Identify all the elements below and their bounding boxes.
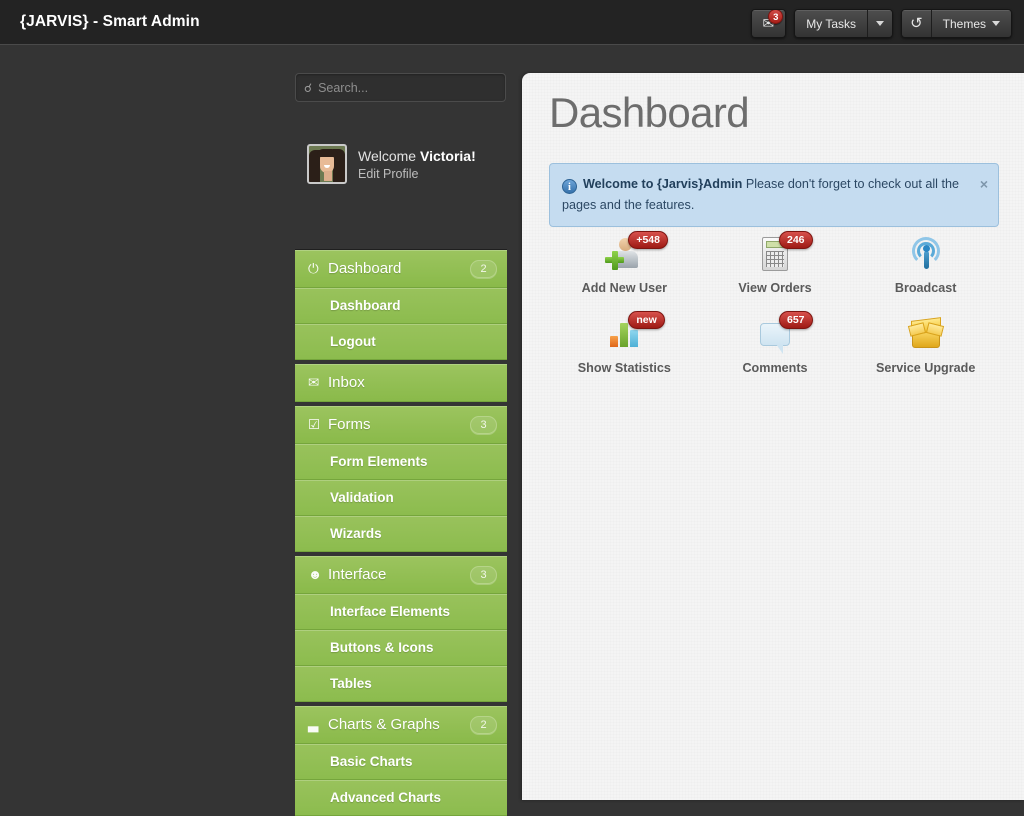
my-tasks-dropdown-toggle[interactable]: [868, 10, 893, 37]
comment-bubble-icon: 657: [700, 311, 851, 355]
my-tasks-button[interactable]: My Tasks: [795, 10, 869, 37]
mail-count-badge: 3: [768, 10, 784, 24]
mail-button-group: ✉ 3: [750, 9, 787, 38]
sidebar-item-label: Inbox: [328, 374, 365, 391]
sidebar-item-label: Dashboard: [328, 260, 402, 277]
chevron-down-icon: [992, 21, 1000, 26]
sidebar-item-advanced-charts[interactable]: Advanced Charts: [295, 780, 507, 816]
themes-label: Themes: [942, 16, 986, 31]
shortcut-view-orders[interactable]: 246 View Orders: [700, 231, 851, 295]
sidebar-item-label: Logout: [330, 334, 376, 349]
sidebar-item-label: Buttons & Icons: [330, 640, 434, 655]
welcome-alert: i Welcome to {Jarvis}Admin Please don't f…: [549, 163, 999, 227]
profile-block[interactable]: Welcome Victoria! Edit Profile: [307, 144, 476, 184]
shortcut-label: Add New User: [581, 281, 668, 295]
avatar: [307, 144, 347, 184]
refresh-button[interactable]: ↺: [902, 10, 932, 37]
sidebar-item-interface[interactable]: ☻ Interface 3: [295, 556, 507, 594]
themes-button[interactable]: Themes: [931, 10, 1011, 37]
refresh-icon: ↺: [910, 15, 923, 32]
sidebar-item-label: Interface: [328, 566, 387, 583]
main-content-panel: Dashboard i Welcome to {Jarvis}Admin Plea…: [522, 73, 1024, 800]
sidebar-item-form-elements[interactable]: Form Elements: [295, 444, 507, 480]
sidebar-nav: ⏻ Dashboard 2 Dashboard Logout ✉ Inbox ☑ Forms 3 F…: [295, 249, 507, 816]
power-icon: ⏻: [308, 260, 319, 276]
sidebar-item-label: Basic Charts: [330, 754, 413, 769]
shortcut-label: View Orders: [738, 281, 812, 295]
info-icon: i: [562, 179, 577, 194]
close-icon[interactable]: ×: [980, 173, 988, 196]
shortcut-broadcast[interactable]: Broadcast: [850, 233, 1001, 295]
page-title: Dashboard: [549, 89, 750, 136]
shortcut-badge: 657: [778, 311, 813, 329]
themes-button-group: ↺ Themes: [901, 9, 1012, 38]
app-brand-title: {JARVIS} - Smart Admin: [20, 13, 200, 30]
sidebar-item-label: Interface Elements: [330, 604, 451, 619]
sidebar-item-label: Validation: [330, 490, 394, 505]
shortcut-grid: +548 Add New User 246 View Orders Broadcast n…: [549, 231, 1001, 375]
envelope-icon: ✉: [308, 374, 320, 390]
mail-button[interactable]: ✉ 3: [751, 10, 786, 37]
shortcut-label: Service Upgrade: [875, 361, 976, 375]
add-user-icon: +548: [549, 231, 700, 275]
sidebar-item-label: Wizards: [330, 526, 382, 541]
shortcut-add-new-user[interactable]: +548 Add New User: [549, 231, 700, 295]
sidebar-item-interface-elements[interactable]: Interface Elements: [295, 594, 507, 630]
sidebar-item-dashboard[interactable]: Dashboard: [295, 288, 507, 324]
mail-wrap: ✉ 3: [763, 10, 784, 31]
shortcut-service-upgrade[interactable]: Service Upgrade: [850, 313, 1001, 375]
sidebar-item-forms[interactable]: ☑ Forms 3: [295, 406, 507, 444]
calculator-icon: 246: [700, 231, 851, 275]
shortcut-label: Broadcast: [894, 281, 957, 295]
sidebar-item-label: Form Elements: [330, 454, 428, 469]
shortcut-label: Comments: [742, 361, 808, 375]
user-icon: ☻: [308, 567, 323, 582]
sidebar-item-buttons-icons[interactable]: Buttons & Icons: [295, 630, 507, 666]
shortcut-badge: +548: [628, 231, 668, 249]
broadcast-icon: [850, 233, 1001, 275]
profile-user-name: Victoria!: [419, 147, 476, 164]
left-sidebar-column: ☌ Welcome Victoria! Edit Profile ⏻ Dashbo…: [0, 47, 522, 816]
search-box[interactable]: ☌: [295, 73, 506, 102]
bar-chart-icon: ▃: [308, 716, 319, 732]
my-tasks-button-group: My Tasks: [794, 9, 894, 38]
welcome-line: Welcome Victoria!: [358, 148, 476, 164]
welcome-prefix: Welcome: [358, 147, 420, 164]
sidebar-item-label: Advanced Charts: [330, 790, 442, 805]
checkbox-icon: ☑: [308, 416, 321, 432]
sidebar-item-validation[interactable]: Validation: [295, 480, 507, 516]
sidebar-item-inbox[interactable]: ✉ Inbox: [295, 364, 507, 402]
edit-profile-link[interactable]: Edit Profile: [358, 167, 476, 181]
sidebar-item-charts-graphs[interactable]: ▃ Charts & Graphs 2: [295, 706, 507, 744]
shortcut-comments[interactable]: 657 Comments: [700, 311, 851, 375]
sidebar-item-label: Forms: [328, 416, 371, 433]
sidebar-item-label: Charts & Graphs: [328, 716, 440, 733]
sidebar-item-wizards[interactable]: Wizards: [295, 516, 507, 552]
profile-text: Welcome Victoria! Edit Profile: [358, 148, 476, 181]
package-box-icon: [850, 313, 1001, 355]
search-icon: ☌: [304, 80, 313, 95]
sidebar-item-basic-charts[interactable]: Basic Charts: [295, 744, 507, 780]
chevron-down-icon: [876, 21, 885, 26]
shortcut-label: Show Statistics: [577, 361, 671, 375]
top-header-bar: {JARVIS} - Smart Admin ✉ 3 My Tasks ↺ Th…: [0, 0, 1024, 45]
sidebar-item-dashboard[interactable]: ⏻ Dashboard 2: [295, 250, 507, 288]
sidebar-item-label: Tables: [330, 676, 372, 691]
welcome-alert-strong: Welcome to {Jarvis}Admin: [583, 177, 743, 191]
sidebar-item-badge: 2: [470, 259, 497, 278]
header-tools: ✉ 3 My Tasks ↺ Themes: [750, 9, 1012, 38]
search-input[interactable]: [318, 80, 497, 95]
sidebar-item-tables[interactable]: Tables: [295, 666, 507, 702]
shortcut-show-statistics[interactable]: new Show Statistics: [549, 311, 700, 375]
sidebar-item-badge: 3: [470, 565, 497, 584]
sidebar-item-badge: 2: [470, 715, 497, 734]
sidebar-item-badge: 3: [470, 415, 497, 434]
shortcut-badge: 246: [778, 231, 813, 249]
sidebar-item-logout[interactable]: Logout: [295, 324, 507, 360]
sidebar-item-label: Dashboard: [330, 298, 401, 313]
shortcut-badge: new: [628, 311, 665, 329]
bar-chart-icon: new: [549, 311, 700, 355]
